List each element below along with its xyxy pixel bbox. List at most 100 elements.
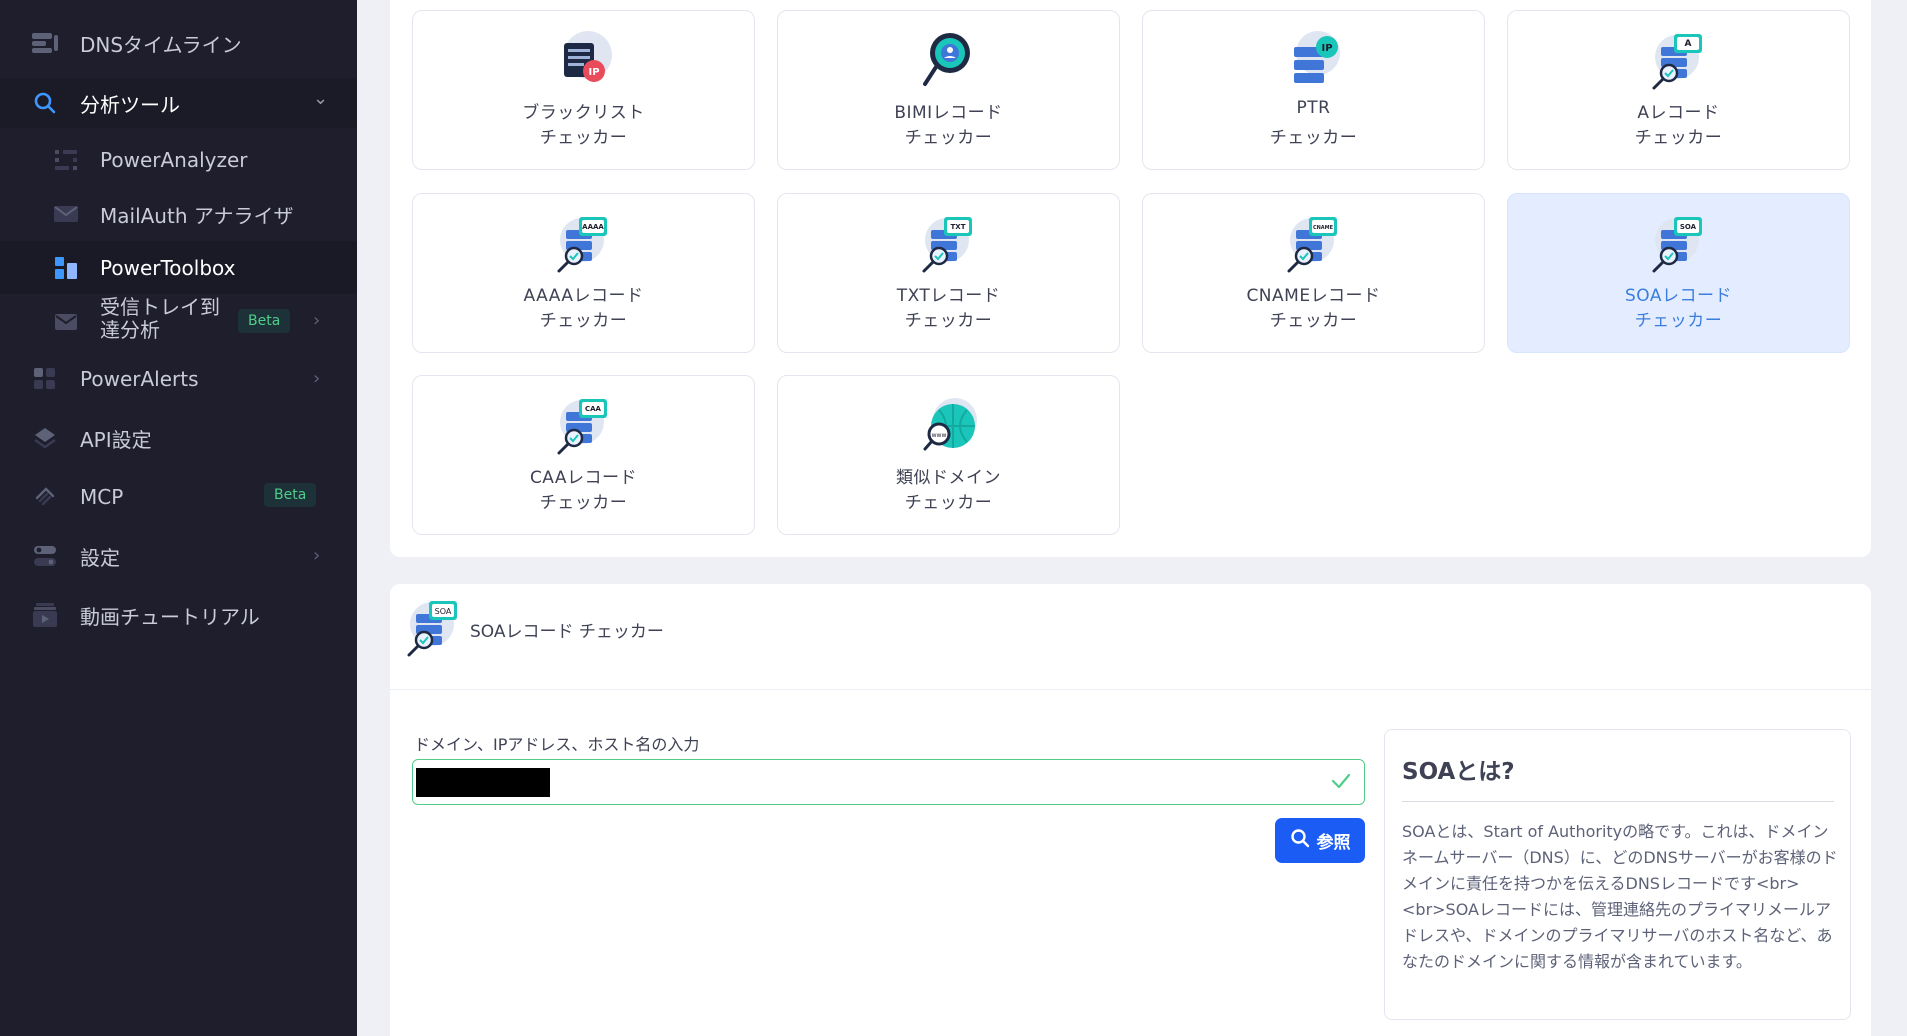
sidebar-item-video-tutorials[interactable]: 動画チュートリアル	[0, 590, 357, 640]
search-icon	[1290, 828, 1310, 853]
sidebar-item-label: PowerToolbox	[100, 255, 236, 280]
sidebar-item-inbox-placement[interactable]: 受信トレイ到 達分析 Beta ›	[0, 296, 357, 348]
tool-card-subtitle: チェッカー	[904, 128, 993, 148]
cname-record-icon: CNAME	[1284, 212, 1346, 274]
sidebar-item-label: DNSタイムライン	[80, 32, 242, 57]
sidebar-item-label: 動画チュートリアル	[80, 604, 260, 629]
tool-card-soa-record[interactable]: SOA SOAレコード チェッカー	[1507, 193, 1850, 353]
tool-card-title: 類似ドメイン	[896, 468, 1001, 488]
icon-tag: SOA	[435, 607, 452, 616]
mail-auth-icon	[53, 201, 79, 227]
analyzer-icon	[53, 147, 79, 173]
video-icon	[32, 602, 58, 628]
tool-card-title: ブラックリスト	[522, 103, 645, 123]
info-body: SOAとは、Start of Authorityの略です。これは、ドメインネーム…	[1402, 822, 1838, 971]
sidebar-item-label: 受信トレイ到 達分析	[100, 296, 220, 342]
sidebar-item-label: MCP	[80, 485, 124, 509]
tool-card-subtitle: チェッカー	[1269, 128, 1358, 148]
info-divider	[1402, 801, 1834, 802]
tool-card-subtitle: チェッカー	[1634, 311, 1723, 331]
tool-card-title: AAAAレコード	[523, 286, 644, 306]
tool-card-txt-record[interactable]: TXT TXTレコード チェッカー	[777, 193, 1120, 353]
sidebar-item-mailauth[interactable]: MailAuth アナライザ	[0, 190, 357, 238]
settings-icon	[32, 543, 58, 569]
chevron-right-icon: ›	[313, 368, 321, 389]
txt-record-icon: TXT	[919, 212, 981, 274]
svg-text:CAA: CAA	[585, 405, 602, 413]
sidebar-item-label: PowerAnalyzer	[100, 148, 248, 172]
mail-icon	[53, 309, 79, 335]
tool-card-title: Aレコード	[1637, 103, 1720, 123]
sidebar-item-label: 分析ツール	[80, 92, 180, 117]
aaaa-record-icon: AAAA	[554, 212, 616, 274]
sidebar-item-label: MailAuth アナライザ	[100, 203, 294, 228]
similar-domain-icon: www	[919, 394, 981, 456]
tool-card-blacklist-ip[interactable]: IP ブラックリスト チェッカー	[412, 10, 755, 170]
tool-card-caa-record[interactable]: CAA CAAレコード チェッカー	[412, 375, 755, 535]
search-button[interactable]: 参照	[1275, 818, 1365, 863]
timeline-icon	[32, 30, 58, 56]
tool-card-subtitle: チェッカー	[1269, 311, 1358, 331]
sidebar-item-poweranalyzer[interactable]: PowerAnalyzer	[0, 136, 357, 184]
detail-title: SOAレコード チェッカー	[470, 622, 664, 642]
tool-card-title: PTR	[1296, 98, 1331, 118]
bimi-magnifier-icon	[919, 29, 981, 91]
tool-card-subtitle: チェッカー	[539, 128, 628, 148]
chevron-right-icon: ›	[313, 310, 321, 331]
soa-record-icon: SOA	[404, 596, 466, 658]
label-line-1: 受信トレイ到	[100, 295, 220, 319]
blacklist-ip-icon: IP	[554, 29, 616, 91]
sidebar: DNSタイムライン 分析ツール ⌄ PowerAnalyzer MailAuth…	[0, 0, 357, 1036]
tool-card-title: CNAMEレコード	[1246, 286, 1381, 306]
tool-card-subtitle: チェッカー	[904, 311, 993, 331]
search-icon	[32, 90, 58, 116]
svg-text:SOA: SOA	[1680, 223, 1697, 231]
sidebar-item-powertoolbox[interactable]: PowerToolbox	[0, 241, 357, 294]
tool-card-subtitle: チェッカー	[1634, 128, 1723, 148]
divider	[390, 689, 1871, 690]
domain-field-label: ドメイン、IPアドレス、ホスト名の入力	[414, 735, 700, 754]
api-icon	[32, 425, 58, 451]
soa-record-icon: SOA	[1649, 212, 1711, 274]
tool-card-subtitle: チェッカー	[539, 311, 628, 331]
tool-card-aaaa-record[interactable]: AAAA AAAAレコード チェッカー	[412, 193, 755, 353]
toolbox-icon	[53, 255, 79, 281]
caa-record-icon: CAA	[554, 394, 616, 456]
chevron-down-icon: ⌄	[313, 88, 329, 109]
tool-card-ptr-server[interactable]: IP PTR チェッカー	[1142, 10, 1485, 170]
svg-text:www: www	[932, 432, 947, 439]
sidebar-item-settings[interactable]: 設定 ›	[0, 531, 357, 581]
beta-badge: Beta	[264, 483, 317, 507]
svg-text:IP: IP	[588, 67, 599, 78]
sidebar-item-mcp[interactable]: MCP Beta	[0, 472, 357, 522]
search-button-label: 参照	[1316, 833, 1351, 853]
a-record-icon: A	[1649, 29, 1711, 91]
sidebar-item-label: API設定	[80, 427, 152, 452]
svg-text:A: A	[1685, 39, 1692, 49]
tool-card-title: SOAレコード	[1624, 286, 1732, 306]
tool-card-title: TXTレコード	[896, 286, 1001, 306]
chevron-right-icon: ›	[313, 545, 321, 566]
tool-card-subtitle: チェッカー	[904, 493, 993, 513]
tool-card-title: BIMIレコード	[894, 103, 1003, 123]
beta-badge: Beta	[238, 309, 291, 333]
sidebar-item-api-settings[interactable]: API設定	[0, 413, 357, 463]
sidebar-item-poweralerts[interactable]: PowerAlerts ›	[0, 354, 357, 404]
info-box: SOAとは? SOAとは、Start of Authorityの略です。これは、…	[1384, 729, 1851, 1020]
sidebar-item-analysis-tools[interactable]: 分析ツール ⌄	[0, 78, 357, 128]
tool-card-bimi-magnifier[interactable]: BIMIレコード チェッカー	[777, 10, 1120, 170]
svg-text:TXT: TXT	[951, 223, 966, 231]
sidebar-item-label: PowerAlerts	[80, 367, 199, 391]
svg-text:IP: IP	[1321, 43, 1332, 54]
label-line-2: 達分析	[100, 318, 160, 342]
alerts-icon	[32, 366, 58, 392]
redacted-value	[416, 768, 550, 797]
check-icon	[1330, 770, 1352, 796]
domain-input[interactable]	[412, 759, 1365, 805]
sidebar-item-dns-timeline[interactable]: DNSタイムライン	[0, 18, 357, 68]
sidebar-item-label: 設定	[80, 545, 120, 570]
tool-card-cname-record[interactable]: CNAME CNAMEレコード チェッカー	[1142, 193, 1485, 353]
mcp-icon	[32, 484, 58, 510]
tool-card-a-record[interactable]: A Aレコードチェッカー	[1507, 10, 1850, 170]
tool-card-similar-domain[interactable]: www 類似ドメイン チェッカー	[777, 375, 1120, 535]
